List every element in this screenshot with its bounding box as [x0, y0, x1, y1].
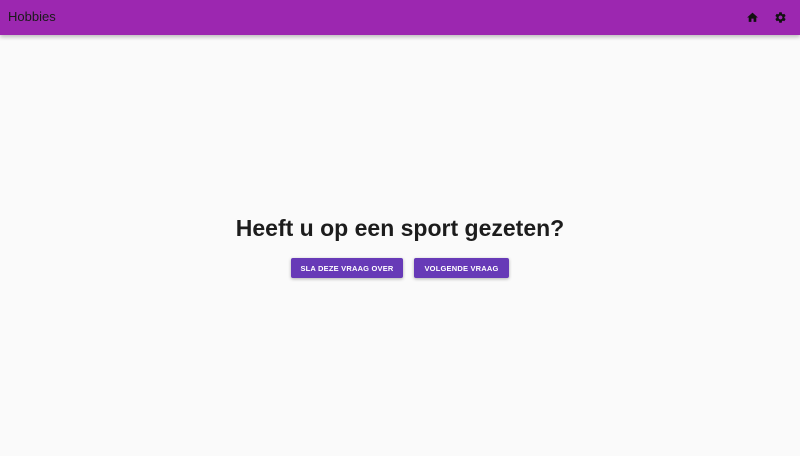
settings-button[interactable]: [768, 6, 792, 30]
app-title: Hobbies: [8, 9, 56, 24]
main-content: Heeft u op een sport gezeten? SLA DEZE V…: [0, 35, 800, 456]
question-actions: SLA DEZE VRAAG OVER VOLGENDE VRAAG: [0, 258, 800, 278]
question-heading: Heeft u op een sport gezeten?: [235, 215, 565, 241]
home-icon: [746, 12, 758, 22]
gear-icon: [774, 12, 786, 23]
next-question-button[interactable]: VOLGENDE VRAAG: [414, 258, 509, 278]
skip-question-button[interactable]: SLA DEZE VRAAG OVER: [291, 258, 403, 278]
home-button[interactable]: [740, 6, 764, 30]
app-bar: Hobbies: [0, 0, 800, 35]
